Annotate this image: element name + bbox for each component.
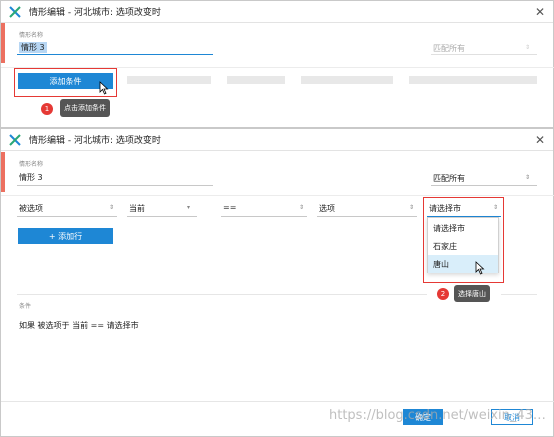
dropdown-option[interactable]: 石家庄	[428, 237, 498, 255]
main-dialog: 情形编辑 - 河北城市: 选项改变时 ✕ 情形名称 情形 3 匹配所有 ⇕ 被选…	[0, 128, 554, 437]
caret-down-icon: ▾	[187, 204, 191, 211]
dialog-title: 情形编辑 - 河北城市: 选项改变时	[29, 8, 161, 18]
step-badge: 2	[437, 288, 449, 300]
select-chevron-icon: ⇕	[109, 204, 115, 211]
select-chevron-icon: ⇕	[409, 204, 415, 211]
match-select[interactable]: 匹配所有	[433, 173, 465, 184]
cursor-icon	[99, 81, 109, 95]
top-dialog: 情形编辑 - 河北城市: 选项改变时 ✕ 情形名称 情形 3 匹配所有 ⇕ 添加…	[0, 0, 554, 128]
cursor-icon	[475, 261, 485, 275]
close-icon[interactable]: ✕	[535, 133, 545, 147]
subject-underline	[17, 216, 117, 217]
name-field-underline	[17, 185, 213, 186]
divider	[17, 294, 427, 295]
name-field[interactable]: 情形 3	[19, 172, 43, 183]
scope-underline	[127, 216, 197, 217]
accent-bar	[1, 152, 5, 192]
match-underline	[431, 54, 537, 55]
placeholder-bar	[127, 76, 211, 84]
name-field-underline	[17, 54, 213, 55]
step-badge: 1	[41, 103, 53, 115]
name-field[interactable]: 情形 3	[19, 42, 47, 53]
placeholder-bar	[301, 76, 393, 84]
step-tooltip: 选择唐山	[454, 285, 490, 302]
name-label: 情形名称	[19, 161, 44, 168]
placeholder-bar	[227, 76, 285, 84]
dialog-title: 情形编辑 - 河北城市: 选项改变时	[29, 136, 161, 146]
accent-bar	[1, 23, 5, 63]
app-logo-icon	[9, 5, 21, 18]
footer-divider	[1, 401, 554, 402]
dropdown-option-highlighted[interactable]: 唐山	[428, 255, 498, 273]
step-tooltip: 点击添加条件	[60, 99, 110, 117]
match-select[interactable]: 匹配所有	[433, 43, 465, 54]
select-chevron-icon: ⇕	[299, 204, 305, 211]
value-select[interactable]: 请选择市	[429, 203, 461, 214]
select-chevron-icon: ⇕	[493, 204, 499, 211]
scope-select[interactable]: 当前	[129, 203, 145, 214]
subject-select[interactable]: 被选项	[19, 203, 43, 214]
value-type-underline	[317, 216, 417, 217]
match-underline	[431, 185, 537, 186]
add-row-button[interactable]: + 添加行	[18, 228, 113, 244]
title-bar: 情形编辑 - 河北城市: 选项改变时 ✕	[1, 1, 553, 23]
title-bar: 情形编辑 - 河北城市: 选项改变时 ✕	[1, 129, 553, 151]
city-dropdown: 请选择市 石家庄 唐山	[427, 217, 499, 273]
operator-underline	[221, 216, 307, 217]
divider	[1, 195, 554, 196]
divider	[501, 294, 537, 295]
value-type-select[interactable]: 选项	[319, 203, 335, 214]
placeholder-bar	[409, 76, 537, 84]
conditions-summary: 如果 被选项于 当前 == 请选择市	[19, 321, 139, 330]
app-logo-icon	[9, 133, 21, 146]
conditions-header: 条件	[19, 303, 32, 310]
select-chevron-icon: ⇕	[525, 174, 531, 181]
select-chevron-icon: ⇕	[525, 44, 531, 51]
name-label: 情形名称	[19, 32, 44, 39]
watermark: https://blog.csdn.net/weixin_43…	[329, 408, 546, 423]
operator-select[interactable]: ==	[223, 203, 236, 212]
close-icon[interactable]: ✕	[535, 5, 545, 19]
dropdown-option[interactable]: 请选择市	[428, 219, 498, 237]
